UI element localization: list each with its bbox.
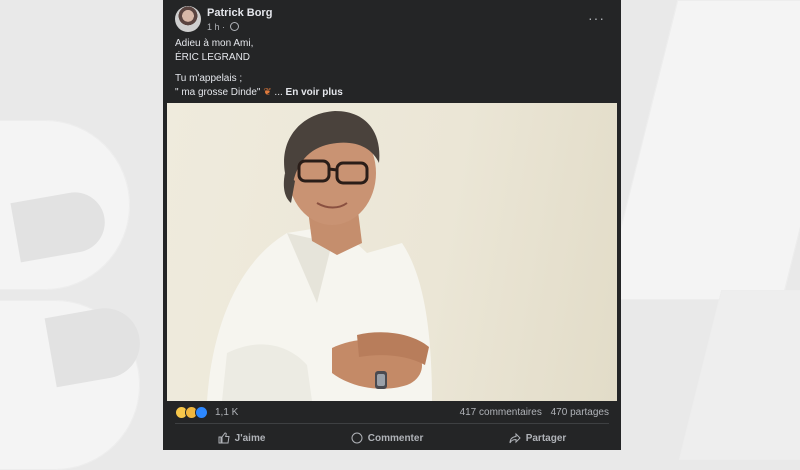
more-options-icon[interactable]: ··· — [588, 10, 605, 26]
avatar[interactable] — [175, 6, 201, 32]
background-logo-shape — [678, 290, 800, 460]
divider — [175, 423, 609, 424]
meta-separator: · — [222, 22, 226, 32]
see-more-link[interactable]: En voir plus — [286, 87, 343, 98]
post-text: Adieu à mon Ami, ÉRIC LEGRAND Tu m'appel… — [175, 37, 609, 107]
post-time[interactable]: 1 h — [207, 22, 220, 32]
action-bar: J'aime Commenter Partager — [175, 426, 609, 450]
leaf-emoji-icon: ❦ — [263, 87, 272, 98]
post-photo[interactable] — [167, 103, 617, 401]
reactions-bar: 1,1 K 417 commentaires 470 partages — [175, 406, 609, 420]
author-name[interactable]: Patrick Borg — [207, 7, 272, 19]
ellipsis: ... — [271, 87, 283, 98]
share-button[interactable]: Partager — [509, 432, 567, 444]
post-line: Tu m'appelais ; — [175, 73, 243, 84]
portrait-image — [207, 111, 432, 401]
comment-label: Commenter — [367, 432, 424, 444]
post-line: ÉRIC LEGRAND — [175, 52, 251, 63]
facebook-post: Patrick Borg 1 h · ··· Adieu à mon Ami, … — [163, 0, 621, 450]
reaction-count[interactable]: 1,1 K — [215, 407, 238, 418]
share-icon — [509, 432, 521, 444]
like-icon — [195, 406, 208, 419]
comments-count[interactable]: 417 commentaires — [460, 407, 542, 418]
post-line: Adieu à mon Ami, — [175, 38, 254, 49]
background-logo-shape — [602, 0, 800, 300]
reaction-icons[interactable] — [175, 406, 208, 419]
post-header: Patrick Borg 1 h · ··· — [175, 6, 609, 36]
like-label: J'aime — [234, 432, 266, 444]
post-meta: 1 h · — [207, 22, 239, 32]
share-label: Partager — [525, 432, 567, 444]
thumbs-up-icon — [218, 432, 230, 444]
post-stats: 417 commentaires 470 partages — [454, 407, 609, 418]
shares-count[interactable]: 470 partages — [551, 407, 609, 418]
like-button[interactable]: J'aime — [218, 432, 266, 444]
globe-icon — [229, 22, 239, 31]
post-line: " ma grosse Dinde" — [175, 87, 261, 98]
comment-button[interactable]: Commenter — [351, 432, 424, 444]
comment-icon — [351, 432, 363, 444]
